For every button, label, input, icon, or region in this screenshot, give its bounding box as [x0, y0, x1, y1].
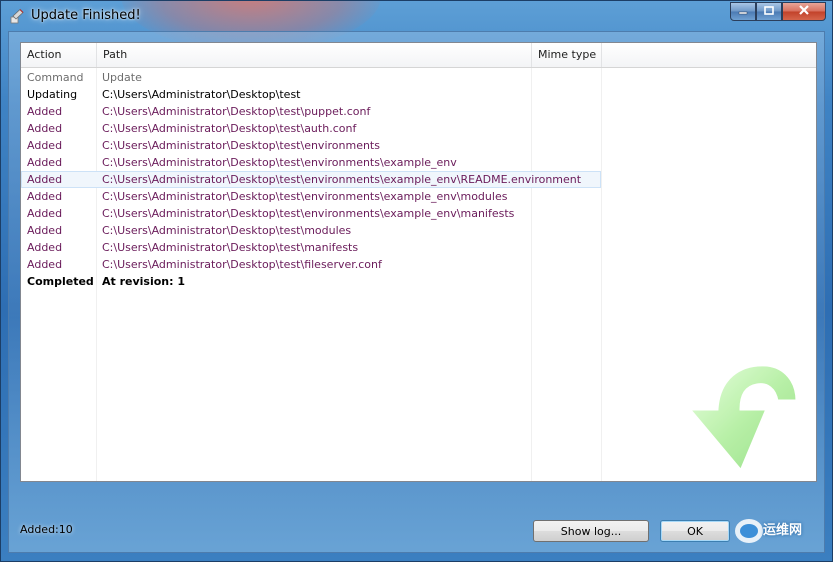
row-path: C:\Users\Administrator\Desktop\test\mani…: [102, 241, 359, 254]
row-action: Added: [27, 258, 63, 271]
table-row[interactable]: Completed At revision: 1: [21, 273, 601, 290]
row-path: Update: [102, 71, 142, 84]
update-finished-window: Update Finished! Action Path Mime type C…: [0, 0, 833, 562]
table-row[interactable]: Added C:\Users\Administrator\Desktop\test…: [21, 137, 601, 154]
row-path: C:\Users\Administrator\Desktop\test\envi…: [102, 173, 582, 186]
row-action: Completed: [27, 275, 94, 288]
row-path: C:\Users\Administrator\Desktop\test\file…: [102, 258, 382, 271]
list-header: Action Path Mime type: [21, 43, 816, 68]
minimize-button[interactable]: [730, 2, 756, 21]
row-action: Added: [27, 156, 63, 169]
row-path: C:\Users\Administrator\Desktop\test\envi…: [102, 156, 457, 169]
title-bar[interactable]: Update Finished!: [1, 1, 832, 31]
ok-button[interactable]: OK: [660, 520, 730, 542]
row-action: Added: [27, 122, 63, 135]
table-row[interactable]: Updating C:\Users\Administrator\Desktop\t…: [21, 86, 601, 103]
row-path: C:\Users\Administrator\Desktop\test\envi…: [102, 207, 515, 220]
maximize-icon: [764, 5, 774, 18]
row-action: Added: [27, 224, 63, 237]
row-path: C:\Users\Administrator\Desktop\test: [102, 88, 301, 101]
table-row[interactable]: Added C:\Users\Administrator\Desktop\test…: [21, 154, 601, 171]
row-path: C:\Users\Administrator\Desktop\test\modu…: [102, 224, 352, 237]
table-row[interactable]: Added C:\Users\Administrator\Desktop\test…: [21, 188, 601, 205]
close-icon: [798, 5, 810, 18]
table-row[interactable]: Added C:\Users\Administrator\Desktop\test…: [21, 103, 601, 120]
table-row[interactable]: Added C:\Users\Administrator\Desktop\test…: [21, 120, 601, 137]
row-path: C:\Users\Administrator\Desktop\test\envi…: [102, 190, 508, 203]
caption-buttons: [730, 2, 826, 21]
row-path: C:\Users\Administrator\Desktop\test\auth…: [102, 122, 357, 135]
curved-down-arrow-icon: [681, 331, 801, 476]
row-action: Added: [27, 190, 63, 203]
status-added-count: Added:10: [20, 523, 73, 536]
table-row[interactable]: Added C:\Users\Administrator\Desktop\test…: [21, 222, 601, 239]
row-action: Added: [27, 139, 63, 152]
minimize-icon: [738, 5, 748, 18]
row-action: Added: [27, 105, 63, 118]
window-title: Update Finished!: [31, 8, 141, 23]
table-row[interactable]: Added C:\Users\Administrator\Desktop\test…: [21, 239, 601, 256]
column-divider: [601, 43, 602, 481]
table-row[interactable]: Added C:\Users\Administrator\Desktop\test…: [21, 205, 601, 222]
row-path: C:\Users\Administrator\Desktop\test\envi…: [102, 139, 380, 152]
row-path: C:\Users\Administrator\Desktop\test\pupp…: [102, 105, 371, 118]
table-row[interactable]: Added C:\Users\Administrator\Desktop\test…: [21, 256, 601, 273]
update-icon: [10, 8, 26, 24]
header-action[interactable]: Action: [21, 43, 97, 67]
row-action: Added: [27, 207, 63, 220]
row-action: Added: [27, 241, 63, 254]
watermark-text: 运维网: [763, 523, 803, 538]
show-log-button[interactable]: Show log...: [533, 520, 649, 542]
row-path: At revision: 1: [102, 275, 186, 288]
maximize-button[interactable]: [756, 2, 782, 21]
table-row[interactable]: Command Update: [21, 69, 601, 86]
header-path[interactable]: Path: [97, 43, 532, 67]
row-action: Added: [27, 173, 63, 186]
close-button[interactable]: [782, 2, 826, 21]
row-action: Command: [27, 71, 84, 84]
table-row[interactable]: Added C:\Users\Administrator\Desktop\test…: [21, 171, 601, 188]
row-action: Updating: [27, 88, 78, 101]
watermark-logo: 运维网: [729, 511, 832, 551]
header-mime-type[interactable]: Mime type: [532, 43, 602, 67]
